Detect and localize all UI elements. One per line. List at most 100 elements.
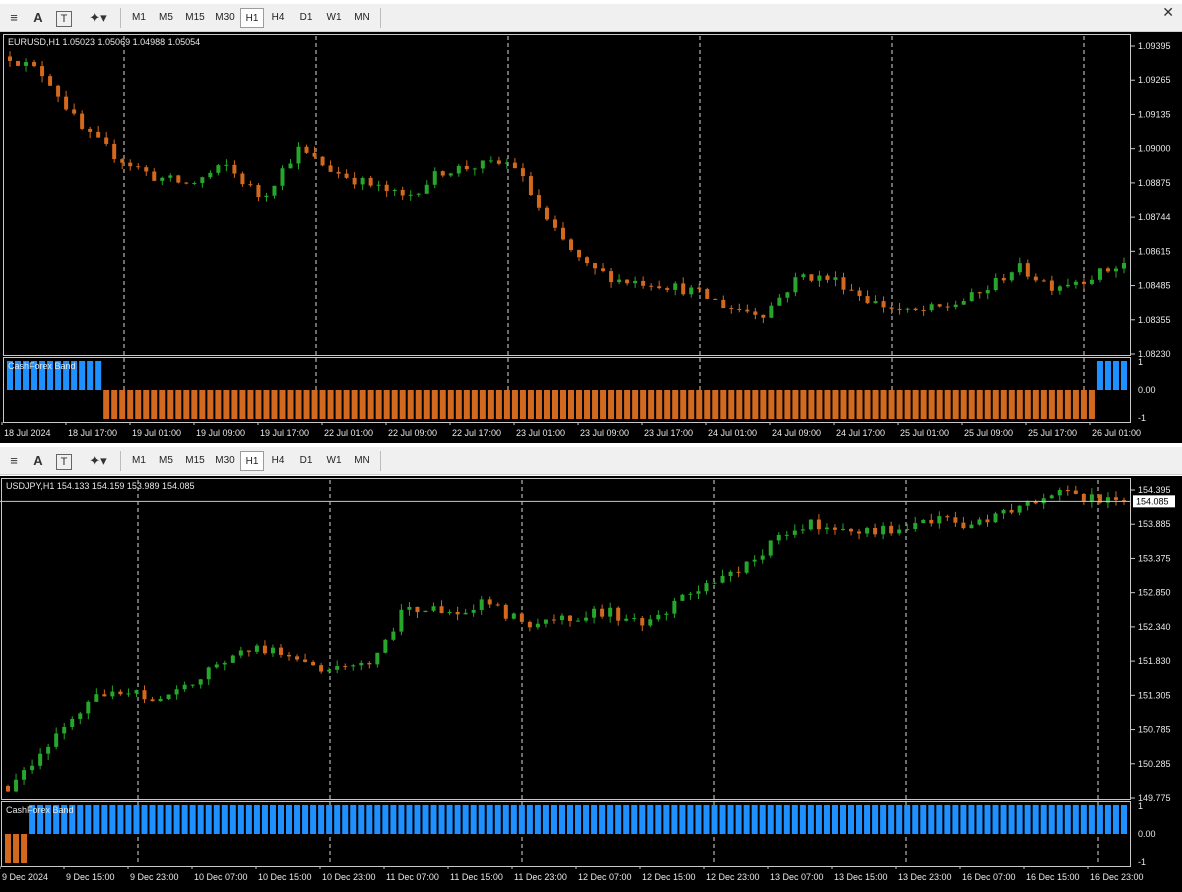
candle-body	[777, 297, 782, 306]
candle-body	[744, 561, 749, 573]
band-bar-up	[366, 805, 373, 834]
band-bar-down	[952, 390, 959, 419]
candle-body	[673, 283, 678, 290]
timeframe-w1-button[interactable]: W1	[320, 8, 348, 28]
candle-body	[785, 292, 790, 298]
eurusd-chart-title: EURUSD,H1 1.05023 1.05069 1.04988 1.0505…	[8, 37, 201, 47]
menu-lines-icon[interactable]: ≡	[4, 452, 24, 470]
timeframe-m15-button[interactable]: M15	[180, 451, 210, 471]
band-bar-up	[261, 805, 268, 834]
candle-body	[1057, 490, 1062, 496]
candle-body	[407, 606, 412, 610]
candle-body	[937, 304, 942, 307]
candle-body	[496, 160, 501, 164]
timeframe-m5-button[interactable]: M5	[152, 451, 180, 471]
band-bar-down	[704, 390, 711, 419]
band-bar-down	[928, 390, 935, 419]
toolbar-separator	[120, 451, 121, 471]
candle-body	[144, 167, 149, 172]
band-bar-up	[1088, 805, 1095, 834]
band-bar-down	[447, 390, 454, 419]
timeframe-h1-button[interactable]: H1	[240, 451, 264, 471]
text-a-icon[interactable]: A	[28, 9, 48, 27]
timeframe-d1-button[interactable]: D1	[292, 8, 320, 28]
timeframe-w1-button[interactable]: W1	[320, 451, 348, 471]
band-bar-down	[744, 390, 751, 419]
band-bar-up	[326, 805, 333, 834]
timeframe-mn-button[interactable]: MN	[348, 8, 376, 28]
candle-body	[696, 591, 701, 594]
band-bar-down	[608, 390, 615, 419]
close-icon[interactable]: ✕	[1162, 4, 1174, 21]
band-bar-up	[1000, 805, 1007, 834]
candle-body	[391, 631, 396, 640]
band-bar-down	[471, 390, 478, 419]
timeframe-m1-button[interactable]: M1	[126, 8, 152, 28]
timeframe-m1-button[interactable]: M1	[126, 451, 152, 471]
timeframe-m30-button[interactable]: M30	[210, 8, 240, 28]
band-bar-up	[221, 805, 228, 834]
band-bar-down	[1072, 390, 1079, 419]
band-bar-up	[864, 805, 871, 834]
band-bar-up	[79, 361, 86, 390]
band-bar-up	[286, 805, 293, 834]
shapes-icon[interactable]: ✦▾	[84, 9, 112, 27]
candle-body	[232, 164, 237, 174]
candle-body	[40, 66, 45, 77]
timeframe-m15-button[interactable]: M15	[180, 8, 210, 28]
text-t-icon[interactable]: T	[56, 454, 72, 470]
candle-body	[945, 306, 950, 308]
candle-body	[471, 609, 476, 613]
band-bar-down	[559, 390, 566, 419]
timeframe-mn-button[interactable]: MN	[348, 451, 376, 471]
eurusd-chart-window[interactable]: 1.09395 1.09265 1.09135 1.09000 1.08875 1.087…	[0, 32, 1182, 443]
x-tick-label: 12 Dec 15:00	[642, 872, 696, 882]
band-bar-up	[95, 361, 102, 390]
band-bar-up	[1104, 361, 1111, 390]
candle-body	[769, 305, 774, 318]
candle-body	[256, 185, 261, 198]
timeframe-d1-button[interactable]: D1	[292, 451, 320, 471]
timeframe-h4-button[interactable]: H4	[264, 451, 292, 471]
timeframe-h1-button[interactable]: H1	[240, 8, 264, 28]
candle-body	[705, 289, 710, 299]
candle-body	[112, 143, 117, 160]
timeframe-m30-button[interactable]: M30	[210, 451, 240, 471]
band-bar-down	[119, 390, 126, 419]
band-bar-down	[1080, 390, 1087, 419]
candle-body	[48, 76, 53, 86]
band-bar-up	[334, 805, 341, 834]
candle-body	[295, 656, 300, 660]
candle-body	[46, 746, 51, 754]
band-bar-up	[928, 805, 935, 834]
candle-body	[1065, 490, 1070, 492]
candle-body	[168, 175, 173, 178]
usdjpy-chart-window[interactable]: 154.395 153.885 153.375 152.850 152.340 151.8…	[0, 476, 1182, 892]
text-t-icon[interactable]: T	[56, 11, 72, 27]
band-bar-down	[888, 390, 895, 419]
candle-body	[913, 308, 918, 311]
menu-lines-icon[interactable]: ≡	[4, 9, 24, 27]
candle-body	[8, 56, 13, 61]
timeframe-m5-button[interactable]: M5	[152, 8, 180, 28]
x-tick-label: 13 Dec 23:00	[898, 872, 952, 882]
x-tick-label: 19 Jul 17:00	[260, 428, 309, 438]
candle-body	[953, 304, 958, 308]
band-bar-down	[431, 390, 438, 419]
band-bar-up	[245, 805, 252, 834]
text-a-icon[interactable]: A	[28, 452, 48, 470]
band-bar-down	[223, 390, 230, 419]
shapes-icon[interactable]: ✦▾	[84, 452, 112, 470]
candle-body	[753, 311, 758, 315]
candle-body	[937, 516, 942, 524]
y-tick-label: 151.305	[1138, 690, 1171, 700]
candle-body	[503, 604, 508, 619]
candle-body	[801, 274, 806, 278]
candle-body	[840, 528, 845, 530]
candle-body	[1025, 501, 1030, 506]
band-bar-down	[359, 390, 366, 419]
candle-body	[841, 277, 846, 290]
band-bar-down	[503, 390, 510, 419]
band-bar-up	[583, 805, 590, 834]
timeframe-h4-button[interactable]: H4	[264, 8, 292, 28]
